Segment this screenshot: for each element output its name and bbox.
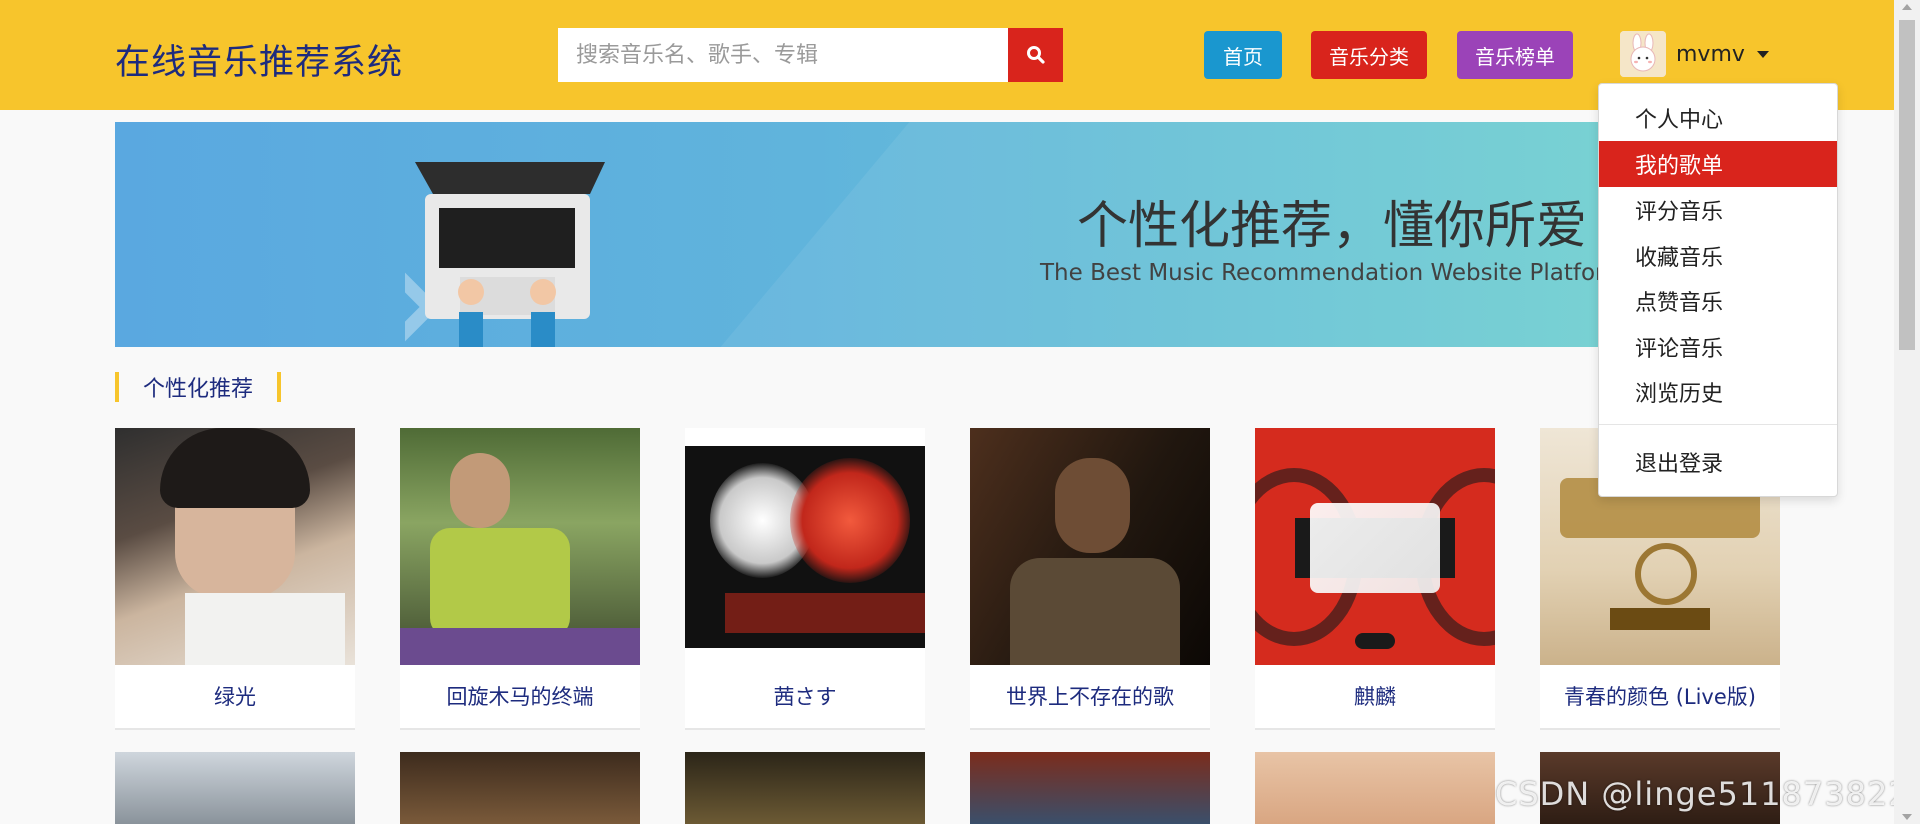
watermark: CSDN @linge511873822 [1495,775,1910,813]
banner-subtitle: The Best Music Recommendation Website Pl… [1040,260,1634,286]
song-card-partial[interactable] [115,752,355,824]
menu-item-favorite-music[interactable]: 收藏音乐 [1599,233,1837,279]
song-card[interactable]: 绿光 [115,428,355,730]
search-box [558,28,1008,82]
search-button[interactable] [1008,28,1063,82]
search-icon [1026,46,1045,64]
username: mvmv [1676,41,1745,67]
menu-item-my-playlist[interactable]: 我的歌单 [1599,141,1837,187]
menu-item-liked-music[interactable]: 点赞音乐 [1599,278,1837,324]
song-card[interactable]: 麒麟 [1255,428,1495,730]
song-title[interactable]: 世界上不存在的歌 [970,665,1210,726]
menu-divider [1599,424,1837,425]
album-cover-red-calligraphy-icon [1255,428,1495,665]
menu-item-profile[interactable]: 个人中心 [1599,95,1837,141]
song-card[interactable]: 世界上不存在的歌 [970,428,1210,730]
song-card[interactable]: 茜さす [685,428,925,730]
menu-item-history[interactable]: 浏览历史 [1599,369,1837,415]
menu-item-rated-music[interactable]: 评分音乐 [1599,187,1837,233]
vertical-scrollbar[interactable] [1894,0,1920,824]
song-title[interactable]: 茜さす [685,665,925,726]
avatar [1620,31,1666,77]
scroll-up-arrow-icon[interactable] [1902,4,1912,10]
song-title[interactable]: 绿光 [115,665,355,726]
section-heading: 个性化推荐 [115,372,282,402]
nav-category-button[interactable]: 音乐分类 [1311,31,1427,79]
nav-ranking-button[interactable]: 音乐榜单 [1457,31,1573,79]
avatar-bunny-icon [1620,31,1666,77]
song-title[interactable]: 回旋木马的终端 [400,665,640,726]
scroll-down-arrow-icon[interactable] [1902,814,1912,820]
chevron-down-icon [1756,50,1769,58]
song-card-partial[interactable] [1255,752,1495,824]
user-menu-toggle[interactable]: mvmv [1620,31,1769,77]
nav-home-button[interactable]: 首页 [1204,31,1282,79]
album-cover-dark-portrait-icon [970,428,1210,665]
menu-item-logout[interactable]: 退出登录 [1599,439,1837,485]
scrollbar-thumb[interactable] [1899,20,1915,350]
user-dropdown-menu: 个人中心 我的歌单 评分音乐 收藏音乐 点赞音乐 评论音乐 浏览历史 退出登录 [1598,83,1838,497]
section-bar-left [115,372,119,402]
site-title[interactable]: 在线音乐推荐系统 [115,34,403,85]
hero-banner: 个性化推荐，懂你所爱 The Best Music Recommendation… [115,122,1655,347]
laptop-illustration [405,162,605,347]
song-title[interactable]: 麒麟 [1255,665,1495,726]
song-card-partial[interactable] [685,752,925,824]
menu-item-commented-music[interactable]: 评论音乐 [1599,324,1837,370]
album-cover-girl-headphones-icon [400,428,640,665]
section-title: 个性化推荐 [143,377,254,402]
song-card-partial[interactable] [970,752,1210,824]
song-card[interactable]: 回旋木马的终端 [400,428,640,730]
banner-headline: 个性化推荐，懂你所爱 [1077,197,1588,256]
search-input[interactable] [558,28,1008,82]
album-cover-portrait-icon [115,428,355,665]
song-card-partial[interactable] [400,752,640,824]
song-title[interactable]: 青春的颜色 (Live版) [1540,665,1780,726]
album-cover-red-white-tree-icon [685,428,925,665]
section-bar-right [277,372,282,402]
